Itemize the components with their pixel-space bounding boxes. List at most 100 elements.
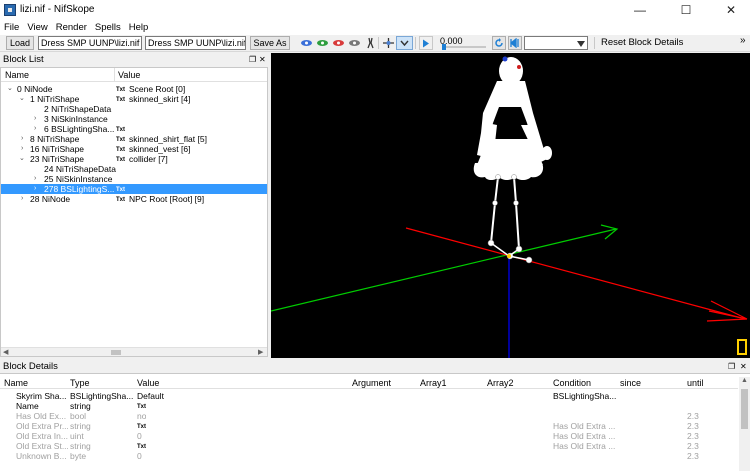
time-slider[interactable] — [442, 44, 486, 50]
scroll-thumb[interactable] — [741, 389, 748, 429]
col-array1-header[interactable]: Array1 — [420, 378, 447, 388]
tree-row[interactable]: › 16 NiTriShape Txt skinned_vest [6] — [1, 144, 267, 154]
tree-row[interactable]: ⌄ 23 NiTriShape Txt collider [7] — [1, 154, 267, 164]
minimize-button[interactable]: — — [622, 0, 658, 19]
chevron-down-icon — [400, 40, 409, 47]
col-array2-header[interactable]: Array2 — [487, 378, 514, 388]
expand-arrow-icon[interactable]: › — [34, 184, 36, 194]
tree-row[interactable]: 24 NiTriShapeData — [1, 164, 267, 174]
col-argument-header[interactable]: Argument — [352, 378, 391, 388]
col-until-header[interactable]: until — [687, 378, 704, 388]
detail-name: Skyrim Sha... — [16, 391, 67, 401]
expand-arrow-icon[interactable]: ⌄ — [7, 84, 13, 94]
detail-value[interactable]: 0 — [137, 431, 142, 441]
col-value-header[interactable]: Value — [137, 378, 159, 388]
close-button[interactable]: ✕ — [713, 0, 749, 19]
maximize-button[interactable]: ☐ — [668, 0, 704, 19]
tree-row-name: 8 NiTriShape — [30, 134, 80, 144]
tree-row[interactable]: › 3 NiSkinInstance — [1, 114, 267, 124]
tree-row[interactable]: › 8 NiTriShape Txt skinned_shirt_flat [5] — [1, 134, 267, 144]
loop-button[interactable] — [492, 36, 506, 50]
load-path-input[interactable]: Dress SMP UUNP\lizi.nif — [38, 36, 142, 50]
expand-arrow-icon[interactable]: ⌄ — [19, 154, 25, 164]
close-pane-icon[interactable]: ✕ — [259, 53, 266, 66]
eye-blue-icon[interactable] — [300, 37, 313, 49]
tree-row[interactable]: ⌄ 0 NiNode Txt Scene Root [0] — [1, 84, 267, 94]
col-name-header[interactable]: Name — [4, 378, 28, 388]
block-details-title-bar: Block Details ❐ ✕ — [0, 360, 750, 373]
block-details-table[interactable]: Name Type Value Argument Array1 Array2 C… — [0, 373, 750, 471]
block-list-title: Block List — [3, 54, 44, 65]
menu-help[interactable]: Help — [125, 22, 153, 33]
detail-value[interactable]: no — [137, 411, 146, 421]
eye-red-icon[interactable] — [332, 37, 345, 49]
txt-badge: Txt — [116, 197, 125, 203]
menu-render[interactable]: Render — [52, 22, 91, 33]
col-condition-header[interactable]: Condition — [553, 378, 591, 388]
menu-file[interactable]: File — [0, 22, 23, 33]
toolbar-overflow-button[interactable]: » — [740, 35, 746, 46]
detail-row[interactable]: Old Extra Pr... string Txt Has Old Extra… — [0, 421, 738, 431]
detail-row[interactable]: Name string Txt — [0, 401, 738, 411]
detail-type: string — [70, 401, 91, 411]
menu-spells[interactable]: Spells — [91, 22, 125, 33]
tree-row[interactable]: › 28 NiNode Txt NPC Root [Root] [9] — [1, 194, 267, 204]
detail-row[interactable]: Old Extra St... string Txt Has Old Extra… — [0, 441, 738, 451]
save-as-button[interactable]: Save As — [250, 36, 290, 50]
detail-until: 2.3 — [687, 451, 699, 461]
render-viewport[interactable] — [271, 53, 750, 358]
scroll-up-icon[interactable]: ▲ — [741, 377, 748, 384]
reset-block-details-button[interactable]: Reset Block Details — [601, 37, 683, 48]
nifskope-app-icon — [4, 3, 16, 16]
animation-select[interactable] — [524, 36, 588, 50]
switch-anim-button[interactable] — [508, 36, 522, 50]
expand-arrow-icon[interactable]: › — [34, 174, 36, 184]
expand-arrow-icon[interactable]: › — [21, 134, 23, 144]
expand-arrow-icon[interactable]: › — [21, 144, 23, 154]
expand-arrow-icon[interactable]: › — [21, 194, 23, 204]
eye-gray-icon[interactable] — [348, 37, 361, 49]
close-pane-icon[interactable]: ✕ — [740, 360, 747, 373]
tree-row[interactable]: › 25 NiSkinInstance — [1, 174, 267, 184]
expand-arrow-icon[interactable]: › — [34, 114, 36, 124]
detail-value[interactable]: 0 — [137, 451, 142, 461]
tree-row-name: 28 NiNode — [30, 194, 71, 204]
detail-row[interactable]: Skyrim Sha... BSLightingSha... Default B… — [0, 391, 738, 401]
view-dropdown-button[interactable] — [396, 36, 413, 50]
float-pane-icon[interactable]: ❐ — [249, 53, 256, 66]
scroll-left-icon[interactable]: ◀ — [3, 348, 8, 357]
block-details-vscrollbar[interactable]: ▲ — [739, 377, 750, 471]
play-button[interactable] — [419, 36, 433, 50]
detail-row[interactable]: Unknown B... byte 0 2.3 — [0, 451, 738, 461]
load-button[interactable]: Load — [6, 36, 34, 50]
tree-row-selected[interactable]: › 278 BSLightingS... Txt — [1, 184, 267, 194]
tree-row[interactable]: › 6 BSLightingSha... Txt — [1, 124, 267, 134]
scroll-thumb[interactable] — [111, 350, 121, 355]
expand-arrow-icon[interactable]: ⌄ — [19, 94, 25, 104]
detail-type: uint — [70, 431, 84, 441]
block-list-tree[interactable]: Name Value ⌄ 0 NiNode Txt Scene Root [0] ⌄ 1… — [0, 67, 268, 357]
transform-axes-icon[interactable] — [382, 37, 395, 49]
detail-row[interactable]: Old Extra In... uint 0 Has Old Extra ...… — [0, 431, 738, 441]
tree-row[interactable]: 2 NiTriShapeData — [1, 104, 267, 114]
bone-joints — [487, 174, 533, 264]
toolbar: Load Dress SMP UUNP\lizi.nif Dress SMP U… — [0, 35, 750, 52]
col-type-header[interactable]: Type — [70, 378, 90, 388]
eye-green-icon[interactable] — [316, 37, 329, 49]
float-pane-icon[interactable]: ❐ — [728, 360, 735, 373]
block-list-hscrollbar[interactable]: ◀ ▶ — [1, 347, 267, 356]
scroll-right-icon[interactable]: ▶ — [258, 348, 263, 357]
column-name-header[interactable]: Name — [5, 70, 29, 80]
scene-canvas[interactable] — [271, 53, 750, 358]
col-since-header[interactable]: since — [620, 378, 641, 388]
skeleton-icon[interactable] — [364, 37, 377, 49]
expand-arrow-icon[interactable]: › — [34, 124, 36, 134]
column-value-header[interactable]: Value — [118, 70, 140, 80]
time-slider-handle[interactable] — [442, 44, 446, 50]
detail-value[interactable]: Default — [137, 391, 217, 401]
save-path-input[interactable]: Dress SMP UUNP\lizi.nif — [145, 36, 246, 50]
detail-row[interactable]: Has Old Ex... bool no 2.3 — [0, 411, 738, 421]
tree-row[interactable]: ⌄ 1 NiTriShape Txt skinned_skirt [4] — [1, 94, 267, 104]
menu-view[interactable]: View — [23, 22, 51, 33]
window-title: lizi.nif - NifSkope — [20, 4, 95, 15]
